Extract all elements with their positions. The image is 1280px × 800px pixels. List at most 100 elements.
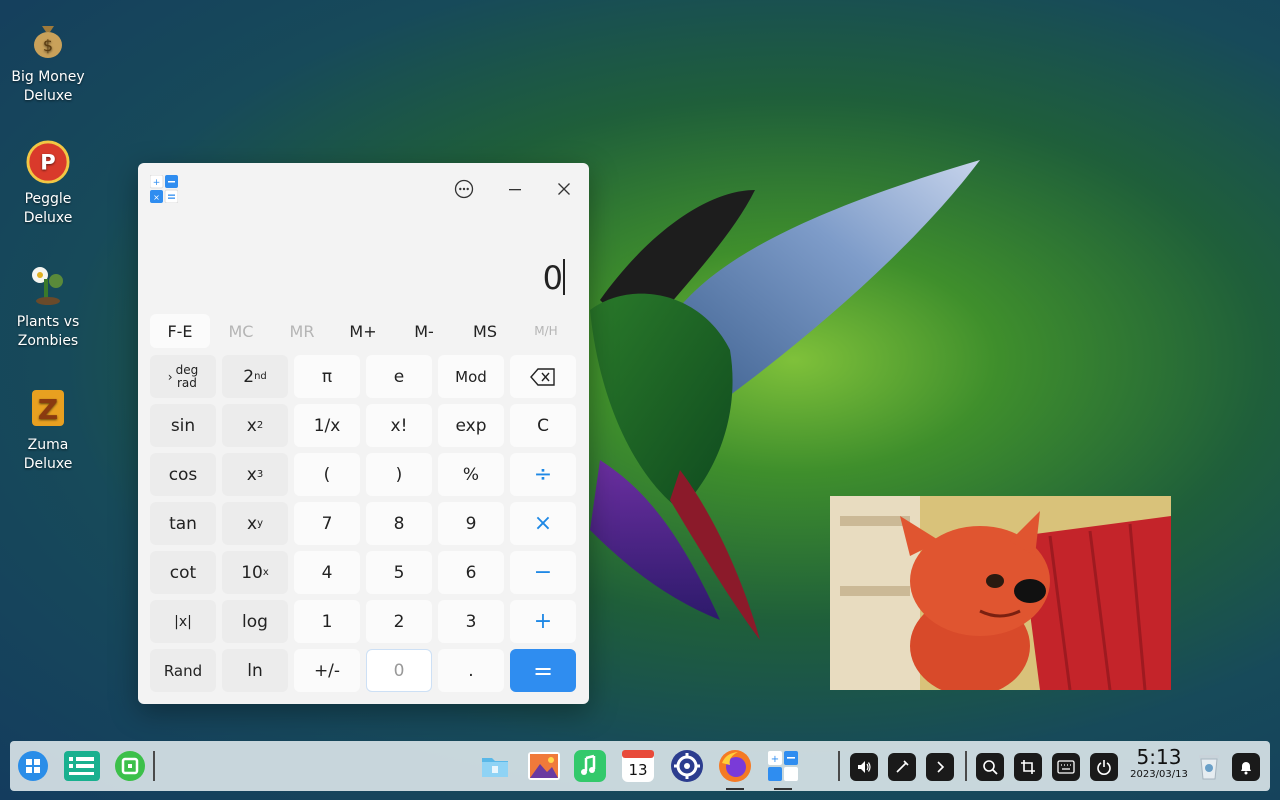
rand-button[interactable]: Rand (150, 649, 216, 692)
launcher-button[interactable] (16, 749, 50, 783)
file-manager-button[interactable] (478, 749, 512, 783)
divide-button[interactable]: ÷ (510, 453, 576, 496)
subtract-button[interactable]: − (510, 551, 576, 594)
trash-button[interactable] (1192, 749, 1226, 783)
multiply-button[interactable]: × (510, 502, 576, 545)
desktop-icon-plants-vs-zombies[interactable]: Plants vs Zombies (8, 263, 88, 351)
digit-7-button[interactable]: 7 (294, 502, 360, 545)
decimal-button[interactable]: . (438, 649, 504, 692)
expand-tray-button[interactable] (926, 753, 954, 781)
image-viewer-button[interactable] (527, 749, 561, 783)
abs-button[interactable]: |x| (150, 600, 216, 643)
digit-5-button[interactable]: 5 (366, 551, 432, 594)
digit-9-button[interactable]: 9 (438, 502, 504, 545)
app-store-button[interactable] (113, 749, 147, 783)
second-function-button[interactable]: 2nd (222, 355, 288, 398)
firefox-button[interactable] (718, 749, 752, 790)
calculator-window: + × 0 F-E MC MR M+ M- MS M/H › deg rad 2… (138, 163, 589, 704)
digit-6-button[interactable]: 6 (438, 551, 504, 594)
calculator-taskbar-button[interactable]: + (766, 749, 800, 790)
clock-date: 2023/03/13 (1130, 769, 1188, 780)
desktop-icon-peggle[interactable]: P Peggle Deluxe (8, 140, 88, 228)
minimize-button[interactable] (503, 177, 527, 201)
screenshot-button[interactable] (1014, 753, 1042, 781)
desktop-icon-zuma[interactable]: Z Zuma Deluxe (8, 386, 88, 474)
control-center-button[interactable] (670, 749, 704, 783)
reciprocal-button[interactable]: 1/x (294, 404, 360, 447)
clock[interactable]: 5:13 2023/03/13 (1127, 745, 1191, 781)
add-button[interactable]: + (510, 600, 576, 643)
pen-icon (896, 760, 909, 773)
digit-1-button[interactable]: 1 (294, 600, 360, 643)
cot-button[interactable]: cot (150, 551, 216, 594)
ten-power-button[interactable]: 10 x (222, 551, 288, 594)
ms-button[interactable]: MS (455, 314, 515, 348)
calculator-app-icon: + × (150, 175, 178, 203)
calculator-icon: + (768, 751, 798, 781)
volume-button[interactable] (850, 753, 878, 781)
clear-button[interactable]: C (510, 404, 576, 447)
percent-button[interactable]: % (438, 453, 504, 496)
e-button[interactable]: e (366, 355, 432, 398)
digit-8-button[interactable]: 8 (366, 502, 432, 545)
chevron-right-icon (937, 761, 945, 773)
zuma-icon: Z (26, 386, 70, 430)
desktop-icon-label: Peggle Deluxe (23, 191, 73, 226)
svg-text:×: × (153, 193, 160, 202)
power-button[interactable]: xy (222, 502, 288, 545)
fe-button[interactable]: F-E (150, 314, 210, 348)
desktop-icon-big-money[interactable]: $ Big Money Deluxe (8, 18, 88, 106)
square-base: x (246, 415, 257, 436)
cos-button[interactable]: cos (150, 453, 216, 496)
log-button[interactable]: log (222, 600, 288, 643)
running-indicator (774, 788, 792, 790)
keyboard-button[interactable] (1052, 753, 1080, 781)
calculator-display[interactable]: 0 (138, 215, 589, 315)
notification-button[interactable] (1232, 753, 1260, 781)
backspace-button[interactable] (510, 355, 576, 398)
factorial-button[interactable]: x! (366, 404, 432, 447)
pi-button[interactable]: π (294, 355, 360, 398)
negate-button[interactable]: +/- (294, 649, 360, 692)
memory-history-button[interactable]: M/H (516, 314, 576, 348)
digit-4-button[interactable]: 4 (294, 551, 360, 594)
sin-button[interactable]: sin (150, 404, 216, 447)
digit-0-button[interactable]: 0 (366, 649, 432, 692)
open-paren-button[interactable]: ( (294, 453, 360, 496)
tan-button[interactable]: tan (150, 502, 216, 545)
calculator-titlebar[interactable]: + × (138, 163, 589, 215)
digit-2-button[interactable]: 2 (366, 600, 432, 643)
power-button[interactable] (1090, 753, 1118, 781)
desktop-icon-label: Big Money Deluxe (11, 69, 85, 104)
exp-button[interactable]: exp (438, 404, 504, 447)
more-options-button[interactable] (452, 177, 476, 201)
digit-3-button[interactable]: 3 (438, 600, 504, 643)
memory-row: F-E MC MR M+ M- MS M/H (150, 314, 578, 350)
taskbar-separator (965, 751, 967, 781)
search-button[interactable] (976, 753, 1004, 781)
folder-icon (482, 758, 508, 777)
taskbar-separator (838, 751, 840, 781)
m-plus-button[interactable]: M+ (333, 314, 393, 348)
m-minus-button[interactable]: M- (394, 314, 454, 348)
square-button[interactable]: x2 (222, 404, 288, 447)
deg-rad-toggle[interactable]: › deg rad (150, 355, 216, 398)
close-button[interactable] (552, 177, 576, 201)
cube-button[interactable]: x3 (222, 453, 288, 496)
equals-button[interactable]: = (510, 649, 576, 692)
music-player-button[interactable] (573, 749, 607, 783)
mr-button[interactable]: MR (272, 314, 332, 348)
running-indicator (726, 788, 744, 790)
video-player[interactable] (830, 496, 1171, 690)
close-paren-button[interactable]: ) (366, 453, 432, 496)
calendar-button[interactable]: 13 (621, 749, 655, 783)
ln-button[interactable]: ln (222, 649, 288, 692)
backspace-icon (530, 367, 555, 386)
screen-capture-button[interactable] (888, 753, 916, 781)
mc-button[interactable]: MC (211, 314, 271, 348)
mod-button[interactable]: Mod (438, 355, 504, 398)
deg-label: deg (175, 362, 199, 377)
close-icon (558, 183, 570, 195)
peggle-icon: P (26, 140, 70, 184)
multitask-view-button[interactable] (64, 749, 100, 783)
